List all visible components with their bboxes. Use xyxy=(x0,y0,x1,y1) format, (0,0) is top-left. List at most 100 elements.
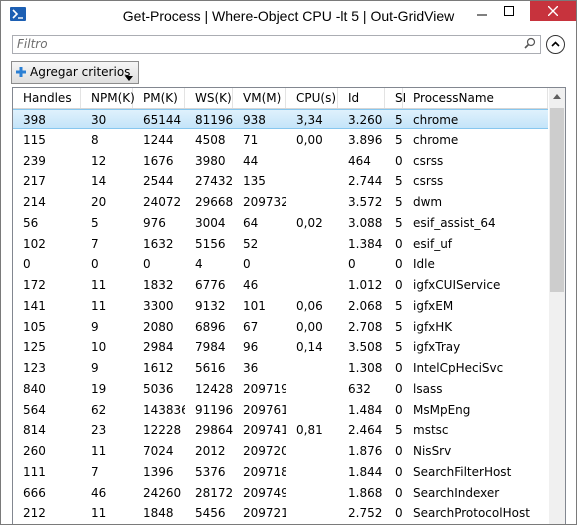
table-cell: 214 xyxy=(23,195,46,209)
table-cell: 24260 xyxy=(143,485,182,500)
table-cell: 5 xyxy=(395,195,403,209)
table-row[interactable]: 260 11 7024 2012 2097209 1.876 0 NisSrv xyxy=(13,441,548,461)
table-cell: 2097189 xyxy=(243,464,286,479)
table-cell: 14 xyxy=(91,174,107,189)
table-cell: 27432 xyxy=(195,174,233,189)
scrollbar-thumb[interactable] xyxy=(550,108,564,292)
table-row[interactable]: 125 10 2984 7984 96 0,14 3.508 5 igfxTray xyxy=(13,337,548,357)
table-cell: 3.896 xyxy=(348,132,383,147)
table-row[interactable]: 115 8 1244 4508 71 0,00 3.896 5 chrome xyxy=(13,130,548,150)
table-cell: 3.260 xyxy=(348,113,383,127)
table-row[interactable]: 105 9 2080 6896 67 0,00 2.708 5 igfxHK xyxy=(13,317,548,337)
table-cell: 10 xyxy=(91,340,107,355)
table-cell: 7 xyxy=(91,236,99,251)
table-cell: 0,06 xyxy=(296,298,323,313)
process-grid[interactable]: Handles NPM(K) PM(K) WS(K) VM(M) CPU(s) Id SI Pr… xyxy=(12,87,566,524)
table-cell: Idle xyxy=(413,257,435,272)
title-bar[interactable]: Get-Process | Where-Object CPU -lt 5 | O… xyxy=(1,1,576,31)
table-cell: 239 xyxy=(23,153,46,168)
table-row[interactable]: 239 12 1676 3980 44 464 0 csrss xyxy=(13,151,548,171)
table-cell: 81196 xyxy=(195,113,233,127)
column-header[interactable]: WS(K) xyxy=(185,88,233,108)
table-cell: 2.708 xyxy=(348,319,383,334)
table-row[interactable]: 0 0 0 4 0 0 0 Idle xyxy=(13,254,548,274)
table-cell: 125 xyxy=(23,340,46,355)
table-cell: 0 xyxy=(348,257,356,272)
column-header[interactable]: Id xyxy=(338,88,385,108)
table-cell: 1848 xyxy=(143,506,174,521)
table-cell xyxy=(286,171,338,191)
table-row[interactable]: 102 7 1632 5156 52 1.384 0 esif_uf xyxy=(13,234,548,254)
table-cell: 0 xyxy=(395,361,403,375)
table-row[interactable]: 214 20 24072 29668 2097327 3.572 5 dwm xyxy=(13,192,548,212)
table-cell: 0 xyxy=(395,278,403,292)
add-criteria-button[interactable]: Agregar criterios xyxy=(11,61,139,84)
table-cell: 9132 xyxy=(195,298,226,313)
table-cell: 0 xyxy=(395,402,403,417)
table-cell: 1.868 xyxy=(348,485,383,500)
table-cell: 0 xyxy=(395,381,403,396)
table-row[interactable]: 564 62 143836 91196 2097617 1.484 0 MsMpEng xyxy=(13,400,548,420)
vertical-scrollbar[interactable] xyxy=(549,88,565,524)
maximize-button[interactable] xyxy=(495,1,522,21)
table-cell xyxy=(286,503,338,523)
column-header[interactable]: NPM(K) xyxy=(81,88,135,108)
column-header[interactable]: CPU(s) xyxy=(286,88,338,108)
table-cell: 5 xyxy=(395,113,403,127)
table-row[interactable]: 172 11 1832 6776 46 1.012 0 igfxCUIService xyxy=(13,275,548,295)
table-cell xyxy=(286,462,338,482)
filter-input[interactable]: Filtro xyxy=(12,35,541,54)
column-header[interactable]: VM(M) xyxy=(233,88,286,108)
column-header[interactable]: ProcessName xyxy=(403,88,548,108)
table-cell: 2097191 xyxy=(243,381,286,396)
table-cell: 105 xyxy=(23,319,46,334)
column-header[interactable]: PM(K) xyxy=(133,88,185,108)
table-cell: 0 xyxy=(91,257,99,272)
table-cell: 666 xyxy=(23,485,46,500)
scroll-up-button[interactable] xyxy=(549,88,565,105)
table-cell: 8 xyxy=(91,132,99,147)
table-row[interactable]: 111 7 1396 5376 2097189 1.844 0 SearchFilterHos… xyxy=(13,462,548,482)
table-cell: 7 xyxy=(91,464,99,479)
chevron-up-icon xyxy=(551,41,560,47)
table-cell: 12428 xyxy=(195,381,233,396)
table-cell: 30 xyxy=(91,113,107,127)
table-row[interactable]: 840 19 5036 12428 2097191 632 0 lsass xyxy=(13,379,548,399)
table-cell: 1.308 xyxy=(348,361,383,375)
column-header[interactable]: Handles xyxy=(13,88,81,108)
table-row[interactable]: 141 11 3300 9132 101 0,06 2.068 5 igfxEM xyxy=(13,296,548,316)
table-row[interactable]: 398 30 65144 81196 938 3,34 3.260 5 chrome xyxy=(13,109,548,129)
table-row[interactable]: 814 23 12228 29864 2097415 0,81 2.464 5 mstsc xyxy=(13,420,548,440)
table-cell: 0,00 xyxy=(296,132,323,147)
table-cell: 11 xyxy=(91,298,107,313)
column-header[interactable]: SI xyxy=(385,88,406,108)
table-cell: 5 xyxy=(395,319,403,334)
table-cell: 5 xyxy=(395,340,403,355)
table-cell: 1396 xyxy=(143,464,174,479)
table-cell xyxy=(286,358,338,378)
collapse-filter-button[interactable] xyxy=(546,35,565,54)
table-cell: 7984 xyxy=(195,340,226,355)
table-cell: 1244 xyxy=(143,132,174,147)
table-cell: 564 xyxy=(23,402,46,417)
table-row[interactable]: 666 46 24260 28172 2097491 1.868 0 SearchIndexe… xyxy=(13,483,548,503)
table-cell: 3.572 xyxy=(348,195,383,209)
table-cell: 2080 xyxy=(143,319,174,334)
filter-placeholder: Filtro xyxy=(17,37,48,51)
minimize-button[interactable] xyxy=(468,1,495,21)
table-cell: IntelCpHeciSvc xyxy=(413,361,504,375)
table-cell xyxy=(286,379,338,399)
table-cell: 7024 xyxy=(143,444,174,458)
table-row[interactable]: 123 9 1612 5616 36 1.308 0 IntelCpHeciSvc xyxy=(13,358,548,378)
table-cell: 29864 xyxy=(195,423,233,438)
search-icon[interactable] xyxy=(524,37,536,52)
table-cell: 632 xyxy=(348,381,371,396)
table-row[interactable]: 212 11 1848 5456 2097217 2.752 0 SearchProtocol… xyxy=(13,503,548,523)
table-cell xyxy=(286,151,338,171)
close-button[interactable] xyxy=(530,1,576,21)
table-row[interactable]: 56 5 976 3004 64 0,02 3.088 5 esif_assist_64 xyxy=(13,213,548,233)
table-cell: 2097327 xyxy=(243,195,286,209)
table-row[interactable]: 217 14 2544 27432 135 2.744 5 csrss xyxy=(13,171,548,191)
table-cell: 5 xyxy=(395,174,403,189)
minimize-icon xyxy=(476,14,487,16)
